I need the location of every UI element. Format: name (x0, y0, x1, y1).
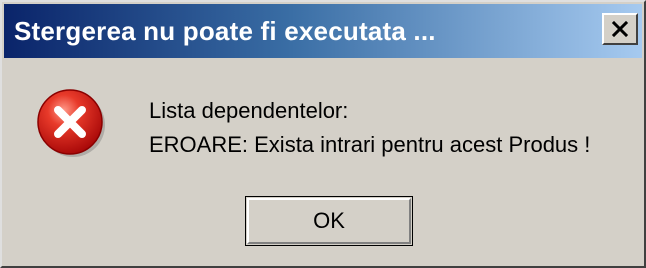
error-icon (37, 89, 105, 157)
error-dialog: Stergerea nu poate fi executata ... List… (0, 0, 646, 268)
title-bar[interactable]: Stergerea nu poate fi executata ... (4, 4, 642, 58)
ok-button-face: OK (247, 198, 411, 244)
message-line-1: Lista dependentelor: (149, 98, 349, 123)
close-icon (611, 21, 629, 37)
close-button[interactable] (602, 13, 638, 45)
ok-button[interactable]: OK (245, 196, 413, 246)
message-line-2: EROARE: Exista intrari pentru acest Prod… (149, 132, 591, 157)
ok-button-label: OK (313, 208, 345, 233)
window-title: Stergerea nu poate fi executata ... (14, 16, 436, 46)
